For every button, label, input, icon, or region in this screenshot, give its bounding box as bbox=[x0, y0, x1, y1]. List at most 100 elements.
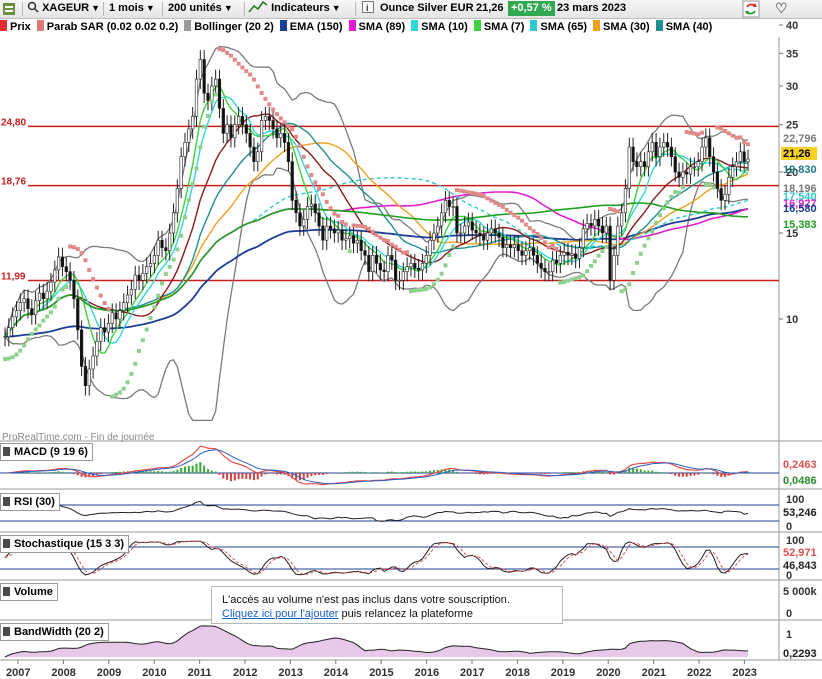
macd-histogram-bar bbox=[375, 472, 378, 473]
candle-body bbox=[267, 116, 271, 121]
sar-dot bbox=[137, 348, 142, 353]
sar-dot bbox=[546, 245, 551, 250]
macd-histogram-bar bbox=[206, 469, 209, 473]
candle-body bbox=[305, 206, 310, 220]
candle-body bbox=[413, 263, 417, 269]
sar-dot bbox=[565, 278, 570, 283]
candle-body bbox=[581, 228, 585, 248]
macd-histogram-bar bbox=[651, 470, 654, 473]
candle-body bbox=[99, 327, 103, 342]
sar-dot bbox=[619, 289, 624, 294]
sar-dot bbox=[696, 132, 701, 137]
macd-histogram-bar bbox=[398, 472, 401, 473]
macd-histogram-bar bbox=[157, 470, 160, 473]
macd-histogram-bar bbox=[256, 473, 259, 480]
sar-dot bbox=[608, 206, 613, 211]
candle-body bbox=[141, 273, 145, 281]
sar-dot bbox=[588, 263, 593, 268]
macd-histogram-bar bbox=[149, 471, 152, 473]
candle-body bbox=[317, 212, 321, 227]
macd-histogram-bar bbox=[42, 472, 45, 473]
macd-histogram-bar bbox=[199, 462, 202, 473]
candle-body bbox=[570, 253, 574, 256]
sar-dot bbox=[378, 235, 383, 240]
sar-dot bbox=[102, 301, 107, 306]
volume-message: L'accès au volume n'est pas inclus dans … bbox=[222, 594, 510, 606]
sar-dot bbox=[45, 314, 50, 319]
rsi-panel-label[interactable]: RSI (30) bbox=[0, 493, 60, 511]
sar-dot bbox=[408, 289, 413, 294]
candle-body bbox=[512, 244, 516, 248]
sar-dot bbox=[646, 236, 651, 241]
candle-body bbox=[711, 156, 716, 173]
macd-histogram-bar bbox=[176, 469, 179, 473]
macd-histogram-bar bbox=[643, 470, 646, 473]
macd-histogram-bar bbox=[356, 471, 359, 473]
panel-icon bbox=[3, 497, 10, 506]
sar-dot bbox=[347, 249, 352, 254]
macd-histogram-bar bbox=[38, 472, 41, 473]
y-tick-label: 30 bbox=[786, 81, 798, 93]
macd-histogram-bar bbox=[65, 472, 68, 473]
candle-body bbox=[443, 200, 448, 214]
candle-body bbox=[76, 298, 80, 331]
candle-body bbox=[252, 146, 256, 162]
stochastic-panel-label[interactable]: Stochastique (15 3 3) bbox=[0, 535, 130, 553]
sar-dot bbox=[114, 392, 119, 397]
macd-histogram-bar bbox=[490, 473, 493, 474]
candle-body bbox=[72, 280, 76, 300]
candle-body bbox=[294, 200, 298, 214]
candle-body bbox=[474, 229, 478, 234]
x-tick-label: 2007 bbox=[6, 667, 30, 679]
sar-dot bbox=[144, 327, 149, 332]
sar-dot bbox=[405, 250, 410, 255]
bandwidth-panel-label[interactable]: BandWidth (20 2) bbox=[0, 623, 109, 641]
candle-body bbox=[551, 259, 555, 272]
candle-body bbox=[160, 239, 164, 248]
candle-body bbox=[574, 253, 578, 259]
macd-histogram-bar bbox=[34, 472, 37, 473]
macd-histogram-bar bbox=[482, 473, 485, 475]
macd-histogram-bar bbox=[609, 473, 612, 475]
macd-histogram-bar bbox=[566, 472, 569, 473]
sar-dot bbox=[370, 229, 375, 234]
sar-dot bbox=[205, 114, 210, 119]
candle-body bbox=[14, 310, 19, 318]
candle-body bbox=[547, 271, 551, 273]
candle-body bbox=[179, 156, 183, 189]
sar-dot bbox=[190, 181, 195, 186]
candle-body bbox=[244, 124, 248, 134]
candle-body bbox=[344, 238, 348, 241]
sar-dot bbox=[87, 267, 92, 272]
macd-histogram-bar bbox=[118, 471, 121, 473]
candle-body bbox=[363, 250, 367, 256]
macd-histogram-bar bbox=[417, 471, 420, 473]
sar-dot bbox=[263, 96, 268, 101]
macd-histogram-bar bbox=[180, 467, 183, 473]
candle-body bbox=[432, 232, 436, 241]
sar-dot bbox=[604, 244, 609, 249]
sar-dot bbox=[397, 247, 402, 252]
candle-body bbox=[600, 225, 605, 234]
candle-body bbox=[589, 223, 593, 227]
sar-dot bbox=[539, 235, 544, 240]
macd-histogram-bar bbox=[639, 469, 642, 473]
sar-dot bbox=[493, 200, 498, 205]
macd-histogram-bar bbox=[218, 473, 221, 475]
macd-histogram-bar bbox=[712, 473, 715, 475]
sar-dot bbox=[497, 202, 502, 207]
candle-body bbox=[7, 327, 11, 337]
x-tick-label: 2014 bbox=[324, 667, 349, 679]
volume-panel-label[interactable]: Volume bbox=[0, 583, 58, 601]
candle-body bbox=[355, 239, 359, 244]
candle-body bbox=[451, 206, 455, 208]
sar-dot bbox=[48, 310, 53, 315]
candle-body bbox=[459, 232, 463, 235]
candle-body bbox=[620, 212, 624, 227]
sar-dot bbox=[527, 226, 532, 231]
sar-dot bbox=[110, 394, 115, 399]
sar-dot bbox=[171, 257, 176, 262]
macd-panel-label[interactable]: MACD (9 19 6) bbox=[0, 443, 93, 461]
sar-dot bbox=[466, 190, 471, 195]
add-volume-link[interactable]: Cliquez ici pour l'ajouter bbox=[222, 608, 338, 620]
